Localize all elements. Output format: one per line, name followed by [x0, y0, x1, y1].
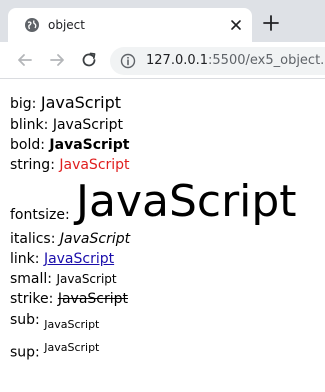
url-host: 127.0.0.1 [146, 53, 209, 68]
label-bold: bold: [10, 137, 50, 153]
row-string: string: JavaScript [10, 155, 320, 175]
globe-icon [25, 18, 39, 32]
text-string: JavaScript [59, 157, 130, 173]
link-javascript[interactable]: JavaScript [44, 251, 114, 267]
plus-icon[interactable] [262, 14, 280, 32]
url-text[interactable]: 127.0.0.1:5500/ex5_object.html [146, 53, 325, 69]
browser-window: object 127.0.0.1:5500/ex5_object.ht [0, 0, 325, 392]
label-link: link: [10, 251, 44, 267]
label-fontsize: fontsize: [10, 207, 70, 223]
text-bold: JavaScript [49, 137, 130, 153]
text-sub: JavaScript [44, 317, 100, 331]
close-icon[interactable] [228, 17, 244, 33]
tab-strip: object [0, 0, 325, 42]
text-fontsize: JavaScript [76, 176, 297, 227]
tab-title: object [48, 18, 85, 32]
label-sup: sup: [10, 344, 45, 361]
info-icon[interactable] [120, 53, 136, 69]
label-sub: sub: [10, 312, 45, 328]
reload-icon[interactable] [80, 51, 98, 69]
label-strike: strike: [10, 291, 58, 307]
text-strike: JavaScript [57, 291, 129, 307]
arrow-left-icon[interactable] [16, 51, 34, 69]
row-small: small: JavaScript [10, 269, 320, 289]
row-sup: sup: JavaScript [10, 336, 320, 365]
label-italics: italics: [10, 231, 60, 247]
row-sub: sub: JavaScript [10, 309, 320, 336]
arrow-right-icon[interactable] [48, 51, 66, 69]
row-italics: italics: JavaScript [10, 229, 320, 249]
label-string: string: [10, 157, 60, 173]
label-small: small: [10, 271, 57, 287]
row-strike: strike: JavaScript [10, 289, 320, 309]
text-big: JavaScript [40, 93, 122, 112]
text-italics: JavaScript [59, 231, 131, 247]
page-content: big: JavaScript blink: JavaScript bold: … [10, 92, 320, 364]
row-bold: bold: JavaScript [10, 135, 320, 155]
label-big: big: [10, 96, 41, 112]
row-blink: blink: JavaScript [10, 115, 320, 135]
label-blink: blink: [10, 117, 53, 133]
address-bar[interactable]: 127.0.0.1:5500/ex5_object.html [110, 47, 325, 75]
url-path: :5500/ex5_object.html [208, 53, 325, 68]
text-sup: JavaScript [44, 340, 100, 354]
tab-object[interactable]: object [8, 8, 252, 42]
text-blink: JavaScript [52, 117, 124, 133]
toolbar: 127.0.0.1:5500/ex5_object.html [0, 42, 325, 79]
row-link: link: JavaScript [10, 249, 320, 269]
row-big: big: JavaScript [10, 92, 320, 115]
text-small: JavaScript [56, 272, 117, 286]
row-fontsize: fontsize: JavaScript [10, 175, 320, 229]
